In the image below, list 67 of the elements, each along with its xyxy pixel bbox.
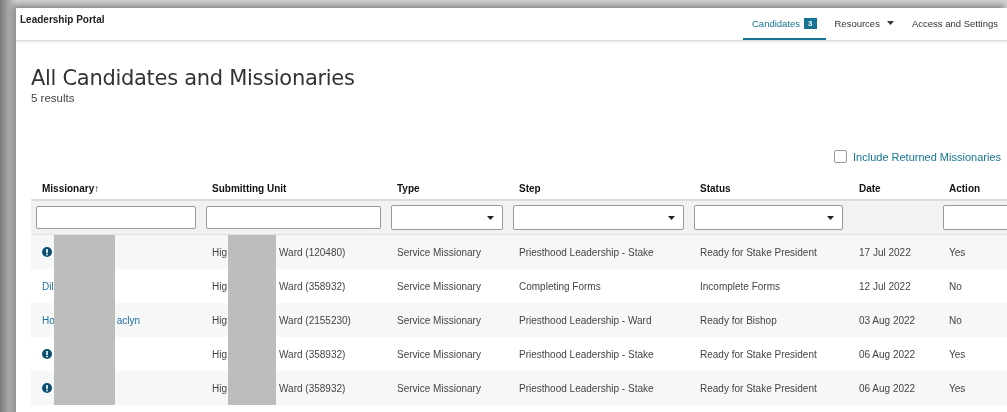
table-cell: Incomplete Forms (700, 280, 781, 292)
checkbox-label[interactable]: Include Returned Missionaries (853, 150, 1001, 163)
app-title: Leadership Portal (20, 13, 105, 25)
table-cell: Ready for Stake President (700, 348, 817, 360)
table-cell: Hig (212, 348, 228, 360)
table-cell: No (949, 280, 962, 292)
table-cell: Service Missionary (397, 382, 481, 394)
column-header[interactable]: Step (519, 182, 541, 194)
missionary-name[interactable]: Ho (42, 314, 55, 326)
filter-dropdown[interactable] (694, 205, 843, 230)
redaction-block (54, 371, 115, 405)
table-cell: Service Missionary (397, 348, 481, 360)
filter-field[interactable] (206, 206, 381, 229)
table-cell: Hig (212, 382, 228, 394)
table-cell: Completing Forms (519, 280, 601, 292)
table-cell: Yes (949, 348, 966, 360)
result-count: 5 results (31, 92, 76, 104)
nav-tab[interactable]: Access and Settings (902, 8, 1007, 40)
table-cell: Yes (949, 382, 966, 394)
table-cell: 06 Aug 2022 (859, 382, 916, 394)
table-cell: Ward (358932) (279, 382, 346, 394)
table-cell: Priesthood Leadership - Ward (519, 314, 652, 326)
table-cell: 06 Aug 2022 (859, 348, 916, 360)
table-cell: 17 Jul 2022 (859, 246, 911, 258)
nav-tab[interactable]: Candidates 3 (743, 8, 826, 40)
caret-icon (668, 215, 675, 220)
table-cell: No (949, 314, 962, 326)
checkbox[interactable] (834, 150, 848, 163)
nav-tab[interactable]: Resources (825, 8, 903, 40)
table-cell: Ready for Stake President (700, 246, 817, 258)
table-cell: Hig (212, 314, 228, 326)
table-cell: Ready for Bishop (700, 314, 777, 326)
table-cell: Ward (120480) (279, 246, 346, 258)
table-cell: Yes (949, 246, 966, 258)
redaction-block (228, 235, 276, 269)
table-cell: 03 Aug 2022 (859, 314, 916, 326)
table-cell: 12 Jul 2022 (859, 280, 911, 292)
table-cell: Ward (358932) (279, 280, 346, 292)
table-cell: Ready for Stake President (700, 382, 817, 394)
filter-dropdown[interactable] (943, 205, 1007, 230)
table-cell: Priesthood Leadership - Stake (519, 382, 654, 394)
table-cell: Hig (212, 246, 228, 258)
filter-field[interactable] (36, 206, 196, 229)
table-cell: Service Missionary (397, 280, 481, 292)
count-badge: 3 (804, 17, 817, 29)
missionary-name[interactable]: aclyn (116, 314, 141, 326)
missionary-name[interactable]: Dil (42, 280, 54, 292)
redaction-block (54, 235, 115, 269)
table-cell: Service Missionary (397, 314, 481, 326)
column-header[interactable]: Action (949, 182, 981, 194)
table-cell: Priesthood Leadership - Stake (519, 246, 654, 258)
column-header[interactable]: Type (397, 182, 420, 194)
table-cell: Service Missionary (397, 246, 481, 258)
table-cell: Ward (358932) (279, 348, 346, 360)
page-heading: All Candidates and Missionaries (31, 66, 356, 90)
redaction-block (228, 371, 276, 405)
column-header[interactable]: Status (700, 182, 731, 194)
filter-dropdown[interactable] (391, 205, 503, 230)
column-header[interactable]: Date (859, 182, 881, 194)
column-header[interactable]: Missionary↑ (42, 182, 100, 194)
table-cell: Hig (212, 280, 228, 292)
table-cell: Ward (2155230) (279, 314, 351, 326)
table-cell: Priesthood Leadership - Stake (519, 348, 654, 360)
caret-icon (827, 215, 834, 220)
column-header[interactable]: Submitting Unit (212, 182, 287, 194)
filter-dropdown[interactable] (513, 205, 684, 230)
caret-icon (487, 215, 494, 220)
